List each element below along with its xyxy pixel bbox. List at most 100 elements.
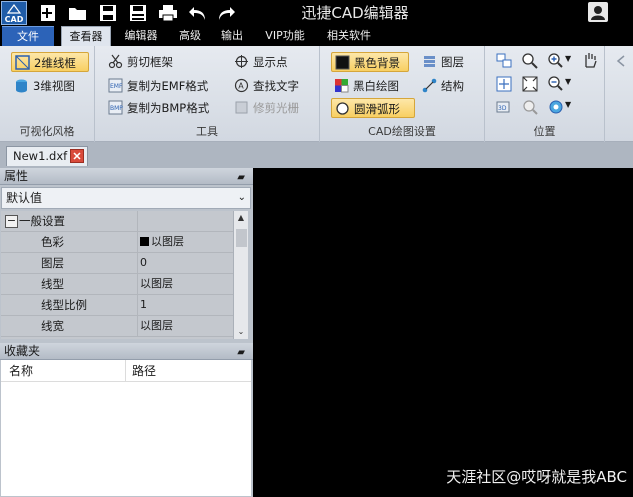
scrollbar-thumb[interactable]	[236, 229, 247, 247]
move-view-icon[interactable]	[495, 75, 513, 93]
zoom-out-dropdown-icon[interactable]: ▼	[565, 77, 571, 86]
pan-window-icon[interactable]	[495, 52, 513, 70]
structure-icon	[422, 78, 437, 93]
favorites-list: 名称 路径	[1, 360, 251, 496]
group-label-cad-settings: CAD绘图设置	[368, 125, 436, 138]
document-tab-bar: New1.dxf	[0, 142, 633, 168]
close-icon[interactable]	[70, 149, 84, 163]
clip-frame-button[interactable]: 剪切框架	[105, 52, 177, 72]
bw-drawing-button[interactable]: 黑白绘图	[331, 76, 403, 96]
favorites-column-headers: 名称 路径	[1, 360, 251, 382]
layers-label: 图层	[441, 55, 464, 69]
view-3d-icon	[16, 79, 27, 93]
ribbon-scroll-left-icon[interactable]	[614, 54, 628, 68]
layers-button[interactable]: 图层	[419, 52, 468, 72]
copy-emf-button[interactable]: EMF 复制为EMF格式	[105, 76, 212, 96]
property-value[interactable]: 1	[140, 295, 232, 315]
scroll-up-icon[interactable]: ▲	[234, 211, 248, 225]
property-value-text: 以图层	[151, 235, 184, 248]
save-icon[interactable]	[98, 3, 118, 23]
properties-panel-title: 属性	[4, 169, 29, 183]
property-category[interactable]: 一般设置	[1, 211, 233, 232]
wireframe-2d-icon	[15, 55, 30, 70]
find-text-button[interactable]: A 查找文字	[231, 76, 303, 96]
property-value[interactable]: 以图层	[140, 316, 232, 336]
user-account-icon[interactable]	[588, 2, 608, 22]
scroll-down-icon[interactable]: ⌄	[234, 325, 248, 339]
tab-related-software[interactable]: 相关软件	[318, 26, 380, 46]
column-header-path[interactable]: 路径	[125, 360, 156, 382]
left-panel: 属性 ▰ 默认值 ⌄ 一般设置 色彩 以图层 图层 0 线型 以图层 线型比例 …	[0, 168, 253, 497]
smooth-arc-label: 圆滑弧形	[354, 102, 400, 116]
property-value[interactable]: 以图层	[140, 274, 232, 294]
properties-panel-header: 属性 ▰	[0, 168, 253, 185]
trim-raster-icon	[235, 101, 248, 114]
property-grid: 一般设置 色彩 以图层 图层 0 线型 以图层 线型比例 1 线宽 以图层	[1, 211, 233, 339]
undo-icon[interactable]	[188, 3, 208, 23]
view-3d-orbit-icon[interactable]: 3D	[495, 98, 513, 116]
copy-bmp-label: 复制为BMP格式	[127, 101, 210, 115]
clip-frame-icon	[108, 54, 123, 69]
hand-pan-icon[interactable]	[581, 51, 599, 69]
trim-raster-button[interactable]: 修剪光栅	[231, 98, 303, 118]
smooth-arc-icon	[336, 102, 349, 115]
fit-extents-icon[interactable]	[521, 75, 539, 93]
tab-output[interactable]: 输出	[214, 26, 250, 46]
property-row-color[interactable]: 色彩 以图层	[1, 232, 233, 253]
property-row-linetype[interactable]: 线型 以图层	[1, 274, 233, 295]
save-as-icon[interactable]	[128, 3, 148, 23]
chevron-down-icon: ⌄	[237, 192, 246, 203]
tab-editor[interactable]: 编辑器	[117, 26, 165, 46]
properties-selector-value: 默认值	[6, 191, 43, 205]
rotate-view-dropdown-icon[interactable]: ▼	[565, 100, 571, 109]
open-icon[interactable]	[68, 3, 88, 23]
title-bar: CAD 迅捷CAD编辑器	[0, 0, 633, 26]
properties-selector[interactable]: 默认值 ⌄	[1, 187, 251, 209]
property-value[interactable]: 以图层	[140, 232, 232, 252]
pin-icon[interactable]: ▰	[237, 169, 245, 186]
redo-icon[interactable]	[216, 3, 236, 23]
new-icon[interactable]	[38, 3, 58, 23]
zoom-out-icon[interactable]	[547, 75, 565, 93]
document-tab[interactable]: New1.dxf	[6, 146, 88, 166]
wireframe-2d-button[interactable]: 2维线框	[11, 52, 89, 72]
clip-frame-label: 剪切框架	[127, 55, 173, 69]
bw-drawing-icon	[335, 79, 349, 93]
property-row-layer[interactable]: 图层 0	[1, 253, 233, 274]
app-logo[interactable]: CAD	[1, 1, 27, 25]
property-value[interactable]: 0	[140, 253, 232, 273]
black-background-button[interactable]: 黑色背景	[331, 52, 409, 72]
zoom-in-icon[interactable]	[547, 52, 565, 70]
view-3d-button[interactable]: 3维视图	[11, 76, 79, 96]
zoom-previous-icon[interactable]	[521, 98, 539, 116]
bw-drawing-label: 黑白绘图	[353, 79, 399, 93]
show-points-label: 显示点	[253, 55, 288, 69]
view-3d-label: 3维视图	[33, 79, 75, 93]
color-swatch	[140, 237, 149, 246]
print-icon[interactable]	[158, 3, 178, 23]
column-header-name[interactable]: 名称	[9, 360, 33, 382]
black-background-icon	[335, 55, 350, 70]
tab-viewer[interactable]: 查看器	[61, 26, 111, 46]
copy-bmp-button[interactable]: BMP 复制为BMP格式	[105, 98, 213, 118]
zoom-in-dropdown-icon[interactable]: ▼	[565, 54, 571, 63]
zoom-window-icon[interactable]	[521, 52, 539, 70]
tab-file[interactable]: 文件	[2, 26, 54, 46]
group-tools: 剪切框架 EMF 复制为EMF格式 BMP 复制为BMP格式 显示点 A 查找文…	[95, 46, 320, 142]
structure-button[interactable]: 结构	[419, 76, 468, 96]
property-grid-scrollbar[interactable]: ▲ ⌄	[233, 211, 248, 339]
property-row-lineweight[interactable]: 线宽 以图层	[1, 316, 233, 337]
cad-logo-icon	[7, 4, 21, 14]
show-points-button[interactable]: 显示点	[231, 52, 292, 72]
copy-bmp-icon: BMP	[108, 100, 123, 115]
property-row-linetype-scale[interactable]: 线型比例 1	[1, 295, 233, 316]
tab-advanced[interactable]: 高级	[172, 26, 208, 46]
group-label-tools: 工具	[196, 125, 218, 138]
tab-vip[interactable]: VIP功能	[257, 26, 313, 46]
smooth-arc-button[interactable]: 圆滑弧形	[331, 98, 415, 118]
svg-text:EMF: EMF	[110, 83, 123, 90]
rotate-view-icon[interactable]	[547, 98, 565, 116]
drawing-canvas[interactable]: 天涯社区@哎呀就是我ABC	[255, 168, 633, 497]
pin-icon[interactable]: ▰	[237, 344, 245, 361]
menu-tabs: 文件 查看器 编辑器 高级 输出 VIP功能 相关软件	[0, 26, 633, 46]
